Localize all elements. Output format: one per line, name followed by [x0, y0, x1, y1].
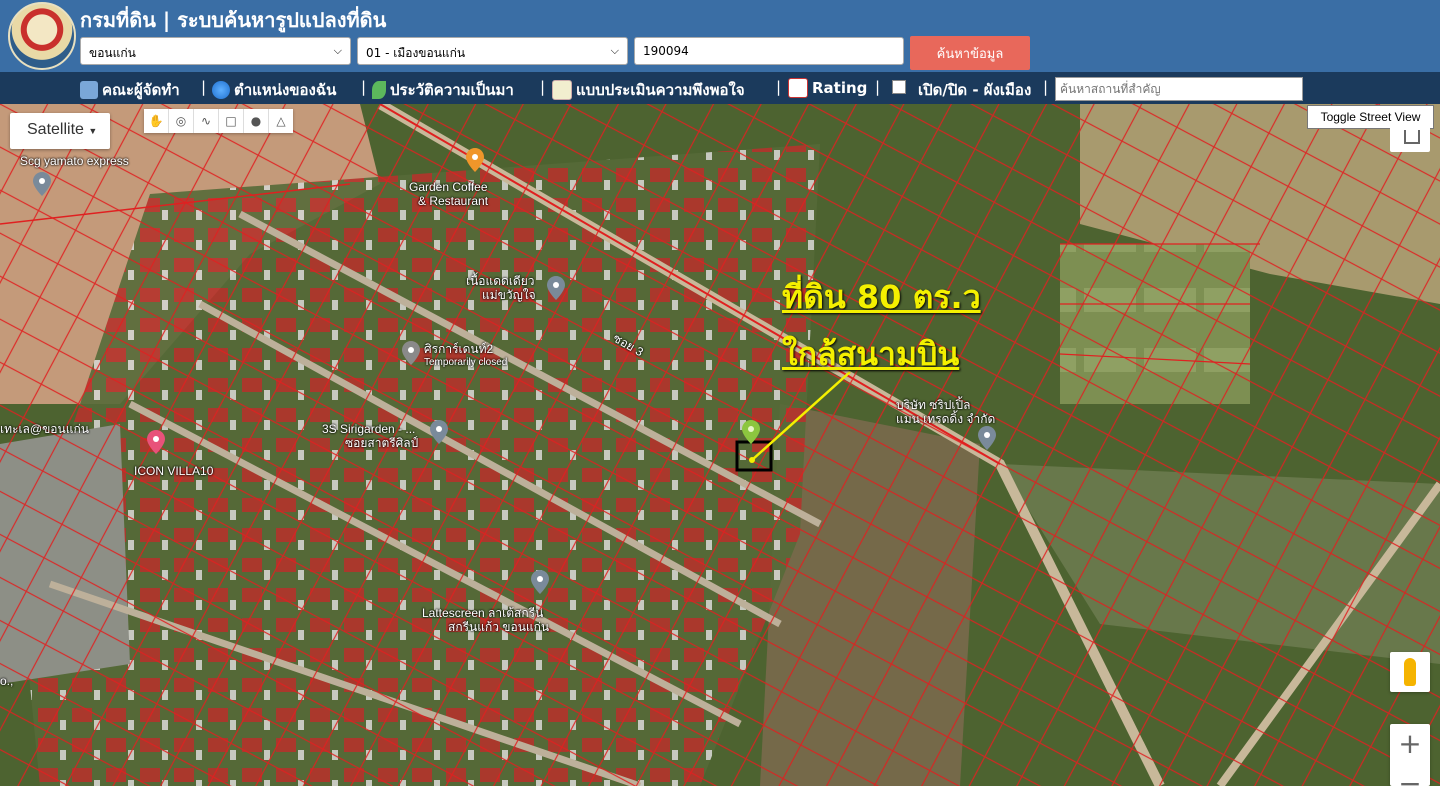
town-plan-toggle-label: เปิด/ปิด - ผังเมือง [918, 81, 1032, 99]
site-title: กรมที่ดิน | ระบบค้นหารูปแปลงที่ดิน [80, 8, 387, 32]
poi-label[interactable]: เทะเล@ขอนแก่น [0, 422, 89, 436]
fullscreen-icon [1404, 130, 1420, 144]
poi-label[interactable]: Scg yamato express [20, 154, 129, 168]
zoom-out-button[interactable]: − [1390, 764, 1430, 786]
nav-item-my-location[interactable]: ตำแหน่งของฉัน [212, 78, 336, 102]
team-icon [80, 81, 98, 99]
search-button[interactable]: ค้นหาข้อมูล [910, 36, 1030, 70]
caret-down-icon: ▼ [88, 126, 98, 136]
nav-item-team[interactable]: คณะผู้จัดทำ [80, 78, 180, 102]
poi-label[interactable]: ซอยสาตรีศิลป์ [345, 436, 418, 450]
hand-pan-icon[interactable]: ✋ [144, 109, 169, 133]
sprout-icon [372, 81, 386, 99]
satellite-map-image [0, 104, 1440, 786]
map-pin-icon[interactable] [547, 276, 565, 300]
map-pin-icon[interactable] [430, 420, 448, 444]
district-select[interactable]: 01 - เมืองขอนแก่น ⌵ [357, 37, 628, 65]
lodging-pin-icon[interactable] [402, 341, 420, 365]
nav-item-rating[interactable]: Rating [788, 78, 867, 98]
circle-tool-icon[interactable]: ● [244, 109, 269, 133]
fullscreen-button[interactable] [1390, 122, 1430, 152]
department-logo [8, 2, 76, 70]
map-pin-icon[interactable] [531, 570, 549, 594]
app-header: กรมที่ดิน | ระบบค้นหารูปแปลงที่ดิน ขอนแก… [0, 0, 1440, 72]
poi-label[interactable]: เนื้อแดดเดียว [466, 274, 535, 288]
pegman-icon [1404, 658, 1416, 686]
place-search-input[interactable] [1055, 77, 1303, 101]
poi-label[interactable]: Garden Coffee [409, 180, 488, 194]
poi-label[interactable]: & Restaurant [418, 194, 488, 208]
annotation-line-2: ใกล้สนามบิน [782, 335, 960, 373]
town-plan-checkbox[interactable] [892, 80, 906, 94]
nav-item-history[interactable]: ประวัติความเป็นมา [372, 78, 514, 102]
globe-icon [212, 81, 230, 99]
poi-label[interactable]: บริษัท ซริปเปิ้ล [896, 398, 971, 412]
map-canvas[interactable]: Satellite ▼ ✋ ◎ ∿ □ ● △ Toggle Street Vi… [0, 104, 1440, 786]
chevron-down-icon: ⌵ [610, 44, 619, 57]
province-select[interactable]: ขอนแก่น ⌵ [80, 37, 351, 65]
memo-icon [552, 80, 572, 100]
rectangle-tool-icon[interactable]: □ [219, 109, 244, 133]
poi-label[interactable]: 3S Sirigarden - ... [322, 422, 415, 436]
hotel-pin-icon[interactable] [147, 430, 165, 454]
poi-label[interactable]: o., [0, 674, 13, 688]
zoom-in-button[interactable]: + [1390, 724, 1430, 764]
chevron-down-icon: ⌵ [333, 44, 342, 57]
map-pin-icon[interactable] [978, 426, 996, 450]
poi-label[interactable]: ICON VILLA10 [134, 464, 213, 478]
polyline-tool-icon[interactable]: ∿ [194, 109, 219, 133]
parcel-number-input[interactable] [634, 37, 904, 65]
map-pin-icon[interactable] [33, 172, 51, 196]
poi-label[interactable]: แมน เทรดดิ้ง จำกัด [896, 412, 995, 426]
zoom-control: + − [1390, 724, 1430, 786]
poi-label[interactable]: แม่ขวัญใจ [482, 288, 536, 302]
parcel-marker-icon[interactable] [742, 420, 760, 444]
restaurant-pin-icon[interactable] [466, 148, 484, 172]
poi-label[interactable]: ศิรการ์เดนท์2 [424, 342, 493, 356]
nav-item-survey[interactable]: แบบประเมินความพึงพอใจ [552, 78, 745, 102]
drawing-toolbar: ✋ ◎ ∿ □ ● △ [144, 109, 293, 133]
chart-icon [788, 78, 808, 98]
poi-label[interactable]: Lattescreen ลาเต้สกรีน [422, 606, 543, 620]
street-view-pegman-button[interactable] [1390, 652, 1430, 692]
polygon-tool-icon[interactable]: △ [269, 109, 293, 133]
marker-tool-icon[interactable]: ◎ [169, 109, 194, 133]
poi-label[interactable]: สกรีนแก้ว ขอนแก่น [448, 620, 549, 634]
poi-status-label: Temporarily closed [424, 357, 508, 368]
map-type-button[interactable]: Satellite ▼ [10, 113, 110, 149]
annotation-line-1: ที่ดิน 80 ตร.ว [782, 278, 981, 316]
